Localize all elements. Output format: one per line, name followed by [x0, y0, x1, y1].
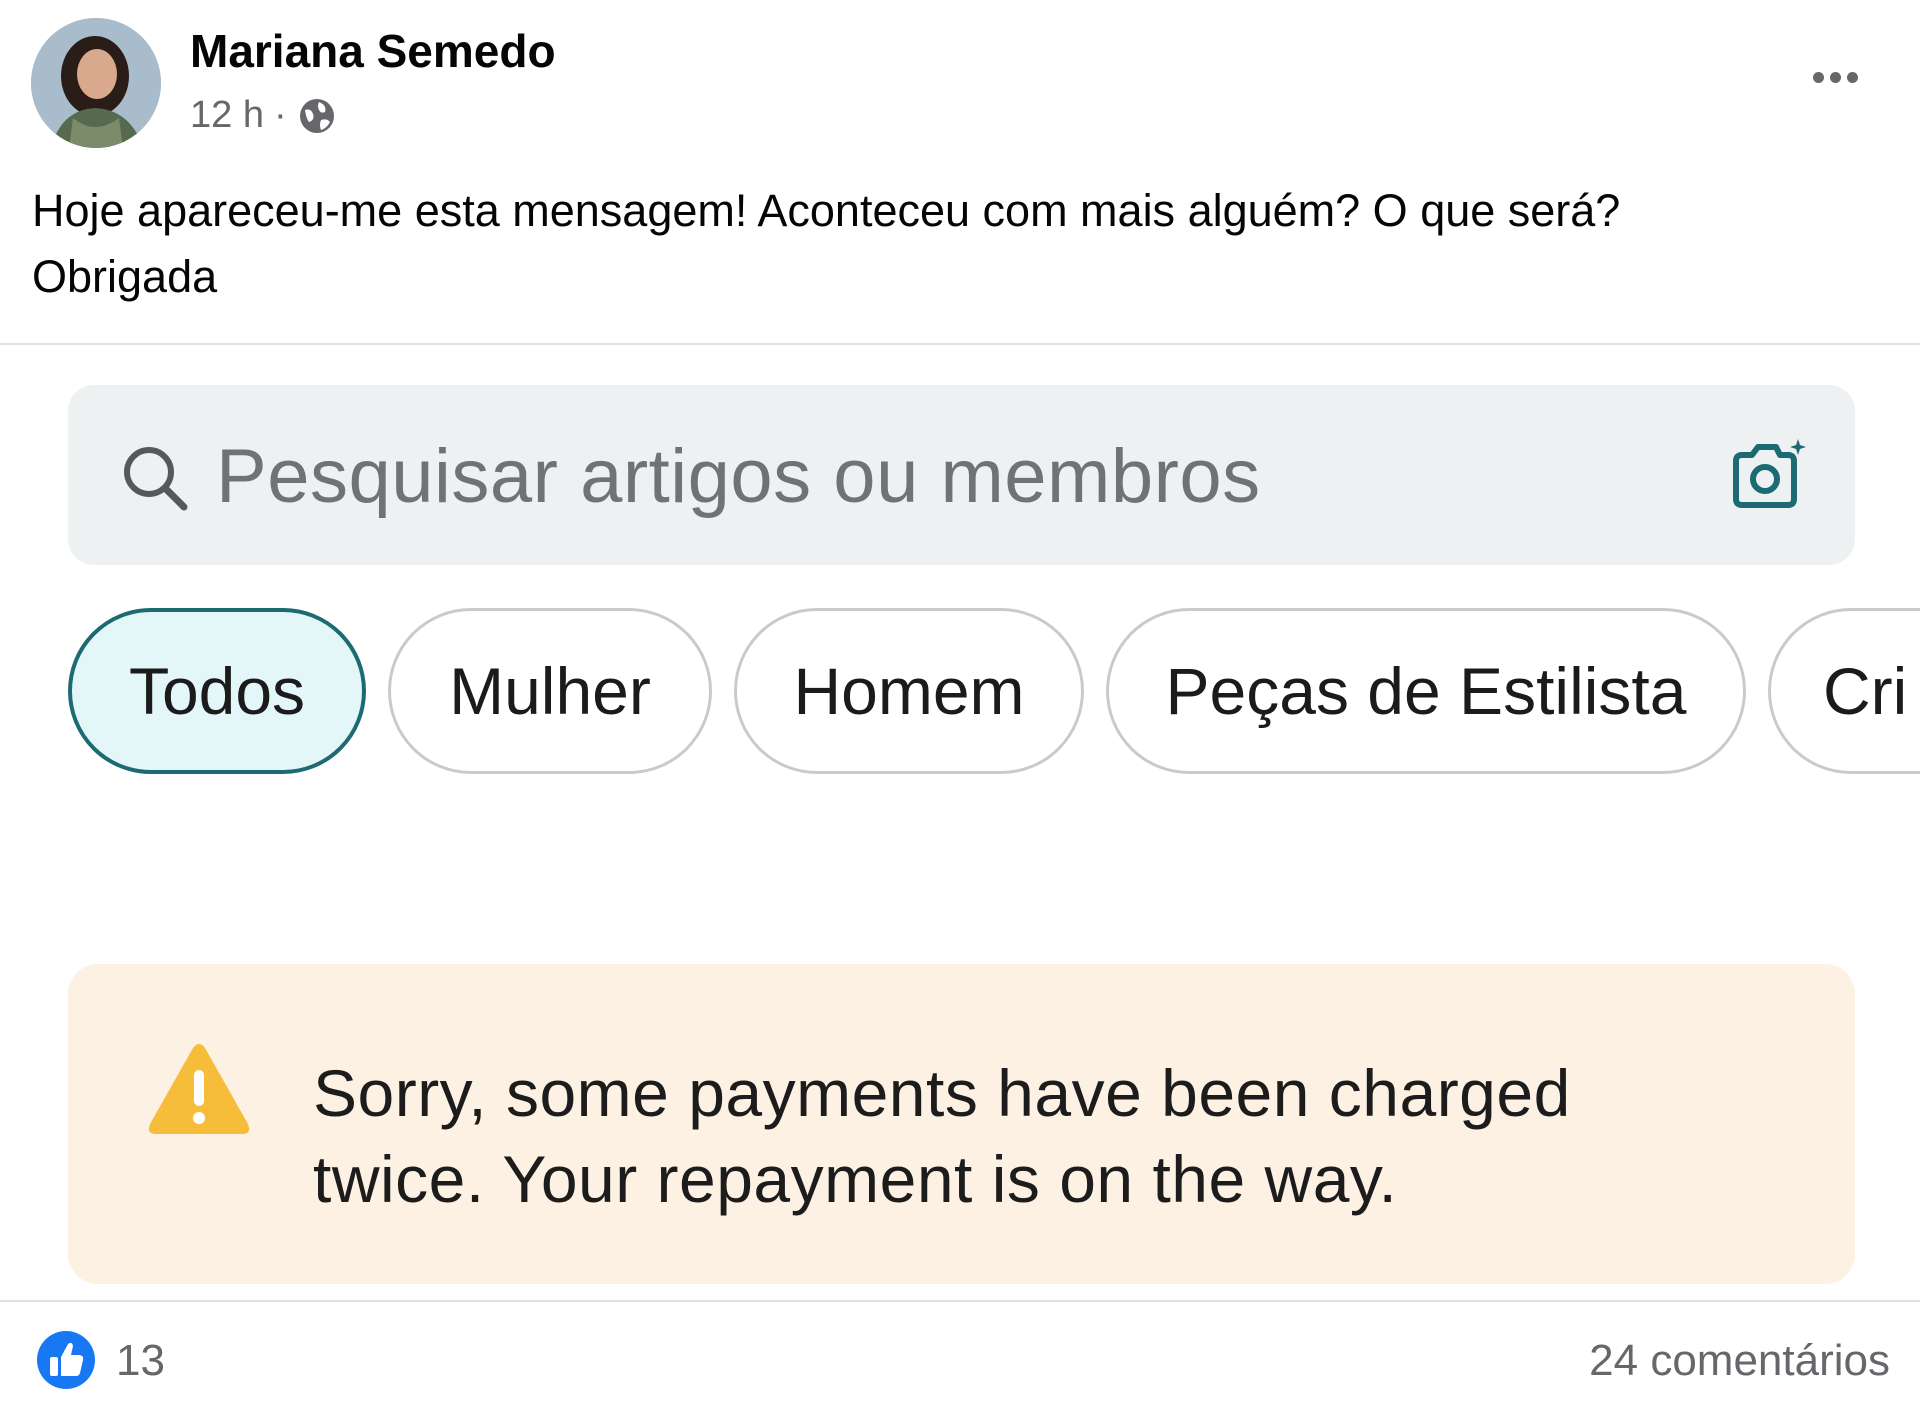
facebook-post: Mariana Semedo 12 h · Hoje apareceu-me e…	[0, 0, 1920, 1413]
author-name[interactable]: Mariana Semedo	[190, 24, 556, 78]
more-options-dot	[1829, 71, 1841, 83]
search-bar[interactable]: Pesquisar artigos ou membros	[68, 385, 1855, 565]
post-text-line: Obrigada	[32, 251, 218, 302]
divider	[0, 343, 1920, 345]
chip-mulher[interactable]: Mulher	[388, 608, 712, 774]
search-icon	[124, 447, 188, 511]
chip-todos[interactable]: Todos	[68, 608, 366, 774]
notice-line: twice. Your repayment is on the way.	[313, 1142, 1398, 1216]
warning-notice: Sorry, some payments have been charged t…	[68, 964, 1855, 1284]
chip-homem[interactable]: Homem	[734, 608, 1084, 774]
chip-label: Homem	[793, 654, 1025, 728]
post-text: Hoje apareceu-me esta mensagem! Acontece…	[32, 178, 1862, 310]
meta-separator: ·	[273, 94, 287, 136]
post-text-line: Hoje apareceu-me esta mensagem! Acontece…	[32, 185, 1621, 236]
chip-label: Cri	[1823, 654, 1908, 728]
notice-line: Sorry, some payments have been charged	[313, 1056, 1571, 1130]
chip-label: Peças de Estilista	[1165, 654, 1687, 728]
warning-icon	[148, 1044, 250, 1134]
globe-icon[interactable]	[297, 96, 337, 136]
chip-pecas-de-estilista[interactable]: Peças de Estilista	[1106, 608, 1746, 774]
comments-count[interactable]: 24 comentários	[1589, 1336, 1890, 1386]
divider	[0, 1300, 1920, 1302]
notice-text: Sorry, some payments have been charged t…	[313, 1050, 1713, 1222]
post-meta: 12 h ·	[190, 94, 337, 137]
more-options-icon	[1812, 71, 1824, 83]
chip-label: Todos	[128, 654, 306, 728]
camera-plus-icon[interactable]	[1728, 437, 1810, 513]
chip-label: Mulher	[449, 654, 651, 728]
more-options-button[interactable]	[1800, 60, 1870, 94]
more-options-dot	[1846, 71, 1858, 83]
chip-cri[interactable]: Cri	[1768, 608, 1920, 774]
post-time[interactable]: 12 h	[190, 94, 264, 137]
author-avatar[interactable]	[31, 18, 161, 148]
category-chips: Todos Mulher Homem Peças de Estilista Cr…	[68, 608, 1920, 776]
avatar-photo	[31, 18, 161, 148]
search-input[interactable]: Pesquisar artigos ou membros	[216, 433, 1261, 520]
like-count[interactable]: 13	[116, 1336, 165, 1386]
like-icon[interactable]	[36, 1330, 96, 1390]
